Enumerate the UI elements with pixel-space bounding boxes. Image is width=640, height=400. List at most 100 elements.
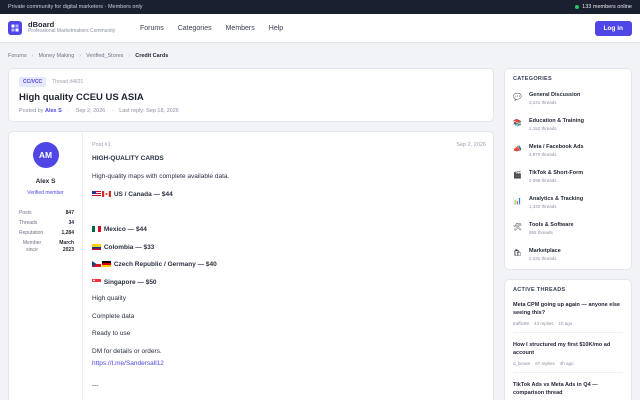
main-nav: Forums Categories Members Help xyxy=(140,14,283,43)
announcement-text: Private community for digital marketers … xyxy=(8,4,143,10)
nav-categories[interactable]: Categories xyxy=(178,25,212,32)
nav-forums[interactable]: Forums xyxy=(140,25,164,32)
categories-title: CATEGORIES xyxy=(513,76,552,82)
active-thread-user: traffic99 xyxy=(513,320,529,326)
brand-tagline: Professional Marketmakers Community xyxy=(28,28,116,35)
category-item-marketplace[interactable]: 🛍 Marketplace 2,231 threads xyxy=(513,248,623,264)
online-count-text: 133 members online xyxy=(582,4,632,10)
category-count: 3,241 threads xyxy=(529,100,557,105)
post-header: Post #1 Sep 2, 2026 xyxy=(92,142,486,148)
thread-title: High quality CCEU US ASIA xyxy=(19,92,144,103)
site-header: dBoard Professional Marketmakers Communi… xyxy=(0,14,640,43)
online-counter: 133 members online xyxy=(575,4,632,10)
category-count: 4,870 threads xyxy=(529,152,557,157)
breadcrumb-money-making[interactable]: Money Making xyxy=(38,53,74,59)
tools-icon: 🛠 xyxy=(513,224,522,231)
category-name: Meta / Facebook Ads xyxy=(529,144,584,150)
category-name: Education & Training xyxy=(529,118,585,124)
active-thread-replies: 67 replies xyxy=(535,360,555,366)
login-button[interactable]: Log in xyxy=(594,21,632,36)
breadcrumb-current: Credit Cards xyxy=(135,53,169,59)
category-name: General Discussion xyxy=(529,92,581,98)
active-thread-title[interactable]: How I structured my first $10K/mo ad acc… xyxy=(513,342,623,358)
categories-panel: CATEGORIES 💬 General Discussion 3,241 thr… xyxy=(504,68,632,270)
breadcrumb-forums[interactable]: Forums xyxy=(8,53,27,59)
book-icon: 📚 xyxy=(513,120,522,127)
singapore-flag-icon xyxy=(92,278,101,285)
stat-value: 847 xyxy=(65,210,74,216)
colombia-flag-icon xyxy=(92,243,101,250)
category-item-analytics[interactable]: 📊 Analytics & Tracking 1,340 threads xyxy=(513,196,623,212)
active-thread-title[interactable]: Meta CPM going up again — anyone else se… xyxy=(513,302,623,318)
stat-value: March 2023 xyxy=(59,240,74,253)
thread-date: Sep 2, 2026 xyxy=(75,108,106,114)
post-author-role: Verified member xyxy=(27,190,64,196)
active-thread-user: d_brown xyxy=(513,360,531,366)
online-dot-icon xyxy=(575,5,580,9)
post-heading: HIGH-QUALITY CARDS xyxy=(92,155,164,162)
price-line-colombia: Colombia — $33 xyxy=(92,243,486,262)
logo-icon[interactable] xyxy=(8,21,22,35)
active-thread-item[interactable]: How I structured my first $10K/mo ad acc… xyxy=(513,342,623,373)
active-thread-item[interactable]: TikTok Ads vs Meta Ads in Q4 — compariso… xyxy=(513,382,623,400)
category-count: 1,152 threads xyxy=(529,126,557,131)
stat-label: Threads xyxy=(19,220,38,226)
breadcrumb: Forums › Money Making › Verified_Stores … xyxy=(8,53,168,59)
thread-category-badge[interactable]: CC/VCC xyxy=(19,77,47,87)
price-line-us-canada: US / Canada — $44 xyxy=(92,191,486,209)
post-card: AM Alex S Verified member Posts 847 Threa… xyxy=(8,131,494,400)
active-thread-title[interactable]: TikTok Ads vs Meta Ads in Q4 — compariso… xyxy=(513,382,623,398)
post-date: Sep 2, 2026 xyxy=(456,142,486,148)
price-line-mexico: Mexico — $44 xyxy=(92,226,486,244)
active-thread-item[interactable]: Meta CPM going up again — anyone else se… xyxy=(513,302,623,333)
category-count: 955 threads xyxy=(529,230,553,235)
czech-flag-icon xyxy=(92,261,101,267)
shop-icon: 🛍 xyxy=(513,250,522,257)
post-line: Complete data xyxy=(92,312,135,320)
category-name: TikTok & Short-Form xyxy=(529,170,584,176)
category-count: 2,231 threads xyxy=(529,256,557,261)
nav-help[interactable]: Help xyxy=(269,25,283,32)
post-author-panel: AM Alex S Verified member Posts 847 Threa… xyxy=(9,132,83,400)
category-name: Marketplace xyxy=(529,248,561,254)
megaphone-icon: 📣 xyxy=(513,146,522,153)
thread-last-reply: Last reply: Sep 18, 2026 xyxy=(119,108,179,114)
clapper-icon: 🎬 xyxy=(513,172,522,179)
category-item-education[interactable]: 📚 Education & Training 1,152 threads xyxy=(513,118,623,134)
breadcrumb-verified-stores[interactable]: Verified_Stores xyxy=(86,53,123,59)
category-name: Tools & Software xyxy=(529,222,574,228)
post-line: High-quality maps with complete availabl… xyxy=(92,172,230,180)
stat-threads: Threads 34 xyxy=(19,220,74,226)
post-divider: --- xyxy=(92,381,99,389)
breadcrumb-separator: › xyxy=(128,53,131,59)
us-flag-icon xyxy=(92,191,101,197)
category-item-general[interactable]: 💬 General Discussion 3,241 threads xyxy=(513,92,623,108)
price-line-czech-germany: Czech Republic / Germany — $40 xyxy=(92,261,486,279)
nav-members[interactable]: Members xyxy=(226,25,255,32)
author-stats: Posts 847 Threads 34 Reputation 1,284 Membe… xyxy=(19,210,74,254)
thread-author-link[interactable]: Alex S xyxy=(45,108,62,114)
breadcrumb-separator: › xyxy=(79,53,82,59)
thread-header-card: CC/VCC Thread #4821 High quality CCEU US… xyxy=(8,68,494,122)
stat-value: 1,284 xyxy=(61,230,74,236)
price-text: Mexico — $44 xyxy=(103,226,147,233)
price-text: Colombia — $33 xyxy=(103,243,155,251)
stat-member-since: Member since March 2023 xyxy=(19,240,74,254)
post-author-name[interactable]: Alex S xyxy=(9,178,82,185)
avatar[interactable]: AM xyxy=(32,142,59,168)
category-item-tiktok[interactable]: 🎬 TikTok & Short-Form 2,095 threads xyxy=(513,170,623,186)
active-threads-panel: ACTIVE THREADS Meta CPM going up again —… xyxy=(504,279,632,400)
post-number[interactable]: Post #1 xyxy=(92,142,111,148)
active-threads-title: ACTIVE THREADS xyxy=(513,287,566,293)
telegram-link[interactable]: https://t.me/Sandersall12 xyxy=(92,360,164,367)
category-item-tools[interactable]: 🛠 Tools & Software 955 threads xyxy=(513,222,623,238)
thread-id: Thread #4821 xyxy=(52,79,84,85)
stat-label: Reputation xyxy=(19,230,44,236)
mexico-flag-icon xyxy=(92,226,101,232)
stat-label: Posts xyxy=(19,210,32,216)
meta-separator: · xyxy=(111,108,114,114)
germany-flag-icon xyxy=(102,261,111,267)
price-text: Czech Republic / Germany — $40 xyxy=(113,261,217,268)
category-item-meta-ads[interactable]: 📣 Meta / Facebook Ads 4,870 threads xyxy=(513,144,623,160)
